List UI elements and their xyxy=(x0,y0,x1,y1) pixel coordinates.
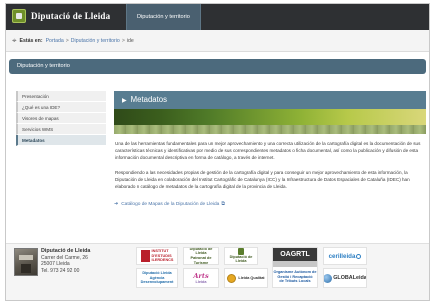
logo-patronat-line-1: Diputació de Lleida xyxy=(189,247,213,256)
logo-patronat-line-2: Patronat de Turisme xyxy=(190,256,212,265)
logo-diputacio-lleida[interactable]: Diputació de Lleida xyxy=(224,247,258,265)
breadcrumb-separator: > xyxy=(65,37,69,44)
nature-banner-image xyxy=(114,109,426,125)
site-logo-text: Diputació de Lleida xyxy=(31,11,111,21)
logo-oagrtl-line-3: de Tributs Locals xyxy=(279,279,311,284)
footer-street: Carrer del Carme, 26 xyxy=(41,254,88,261)
location-marker-icon: ⌖ xyxy=(12,35,17,45)
breadcrumb-current: ide xyxy=(126,37,134,44)
crest-icon xyxy=(238,248,244,255)
logo-arts-lleida[interactable]: Arts Lleida xyxy=(183,268,219,288)
sidebar-item-presentacion[interactable]: Presentación xyxy=(16,91,106,102)
sidebar-item-servicios-wms[interactable]: Servicios WMS xyxy=(16,124,106,135)
banner-strip-image xyxy=(114,125,426,134)
logo-iei-line-3: ILERDENCS xyxy=(151,258,174,263)
content-paragraph-2: Respondiendo a las necesidades propias d… xyxy=(115,169,410,190)
page-title: Metadatos xyxy=(130,95,168,104)
breadcrumb-link-diputacion[interactable]: Diputación y territorio xyxy=(71,38,120,44)
footer-city: 25007 Lleida xyxy=(41,261,70,268)
footer-phone: Tel. 973 24 92 00 xyxy=(41,267,80,274)
content-paragraph-1: Una de las herramientas fundamentales pa… xyxy=(115,141,421,161)
logo-agencia-line-2: Agència Desenvolupament xyxy=(140,275,174,285)
content-title-bar: ▶ Metadatos xyxy=(114,91,426,109)
top-header: Diputació de Lleida Diputación y territo… xyxy=(6,4,429,30)
breadcrumb-link-portada[interactable]: Portada xyxy=(46,38,64,44)
logo-oagrtl-title: OAGRTL xyxy=(273,248,317,261)
logo-cerilleida-text: cerilleida xyxy=(328,252,356,260)
section-title-bar: Diputación y territorio xyxy=(9,59,426,74)
breadcrumb: ⌖ Estás en: Portada > Diputación y terri… xyxy=(6,30,429,52)
external-link-icon: ⧉ xyxy=(221,201,225,208)
site-logo[interactable]: Diputació de Lleida xyxy=(12,9,110,23)
tab-diputacion-territorio[interactable]: Diputación y territorio xyxy=(126,4,201,30)
logo-patronat-turisme[interactable]: Diputació de Lleida Patronat de Turisme xyxy=(183,247,219,265)
iei-emblem-icon xyxy=(140,250,150,262)
logo-institut-ilerdencs[interactable]: INSTITUT D'ESTUDIS ILERDENCS xyxy=(136,247,178,265)
logo-cerilleida[interactable]: cerilleida xyxy=(323,247,367,265)
logo-globaleida-text: GLOBALeida xyxy=(333,275,367,281)
footer-address: Diputació de Lleida Carrer del Carme, 26… xyxy=(41,248,103,274)
logo-lleida-qualitat[interactable]: Lleida Qualitat xyxy=(224,268,268,288)
sidebar-item-visores[interactable]: Visores de mapas xyxy=(16,113,106,124)
logo-qualitat-text: Lleida Qualitat xyxy=(238,275,265,280)
logo-diputacio-text: Diputació de Lleida xyxy=(229,254,253,264)
logo-arts-caption: Lleida xyxy=(195,279,207,284)
globe-icon xyxy=(324,273,333,283)
sidebar-item-que-es-ide[interactable]: ¿Qué es una IDE? xyxy=(16,102,106,113)
logo-agencia-desenvolupament[interactable]: Diputació Lleida Agència Desenvolupament xyxy=(136,268,178,288)
breadcrumb-label: Estás en: xyxy=(19,37,43,44)
logo-oagrtl[interactable]: OAGRTL Organisme Autònom de Gestió i Rec… xyxy=(272,247,318,288)
breadcrumb-separator: > xyxy=(121,37,125,44)
logo-arts-text: Arts xyxy=(193,271,209,280)
sidebar-nav: Presentación ¿Qué es una IDE? Visores de… xyxy=(16,91,106,146)
building-photo xyxy=(14,248,38,276)
arrow-right-icon: ➜ xyxy=(114,201,119,208)
sidebar-item-metadatos[interactable]: Metadatos xyxy=(16,135,106,146)
quality-seal-icon xyxy=(227,273,237,283)
circle-icon xyxy=(356,253,362,259)
catalog-link[interactable]: ➜ Catálogo de Mapas de la Diputación de … xyxy=(114,201,426,207)
play-arrow-icon: ▶ xyxy=(122,98,127,104)
oagrtl-divider xyxy=(273,261,317,267)
coat-of-arms-icon xyxy=(12,9,26,23)
main-content: ▶ Metadatos Una de las herramientas funda… xyxy=(114,91,426,207)
catalog-link-label: Catálogo de Mapas de la Diputación de Ll… xyxy=(121,201,220,207)
logo-globaleida[interactable]: GLOBALeida xyxy=(323,268,367,288)
footer-org-name: Diputació de Lleida xyxy=(41,248,91,254)
